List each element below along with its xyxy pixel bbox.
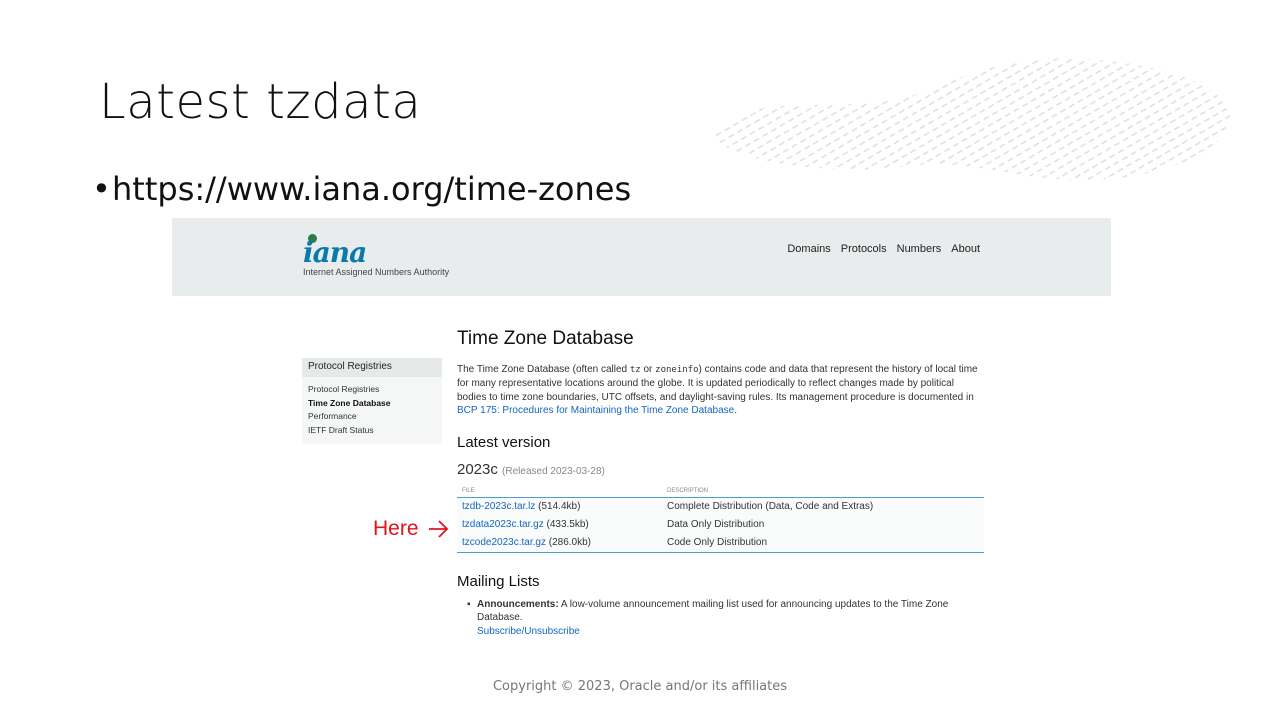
slide-bullet: •https://www.iana.org/time-zones — [92, 170, 631, 208]
table-row: tzdb-2023c.tar.lz (514.4kb) Complete Dis… — [457, 497, 984, 516]
column-header-file: FILE — [457, 486, 662, 498]
column-header-description: DESCRIPTION — [662, 486, 984, 498]
table-row: tzcode2023c.tar.gz (286.0kb) Code Only D… — [457, 534, 984, 553]
sidebar-item-protocol-registries[interactable]: Protocol Registries — [308, 383, 442, 397]
mailing-lists-heading: Mailing Lists — [457, 573, 540, 590]
here-annotation: Here — [373, 517, 419, 540]
bullet-url[interactable]: https://www.iana.org/time-zones — [112, 170, 631, 208]
announcements-label: Announcements: — [477, 599, 559, 610]
sidebar: Protocol Registries Protocol Registries … — [302, 358, 442, 444]
list-bullet-icon: ▪ — [467, 599, 471, 610]
file-size: (514.4kb) — [538, 501, 581, 512]
slide-footer: Copyright © 2023, Oracle and/or its affi… — [492, 679, 788, 694]
sidebar-item-performance[interactable]: Performance — [308, 410, 442, 424]
subscribe-link[interactable]: Subscribe/Unsubscribe — [477, 626, 580, 637]
iana-header: iana Internet Assigned Numbers Authority… — [172, 218, 1111, 296]
description-cell: Data Only Distribution — [662, 516, 984, 534]
intro-code-tz: tz — [629, 365, 641, 375]
description-cell: Code Only Distribution — [662, 534, 984, 553]
file-link[interactable]: tzdata2023c.tar.gz — [462, 519, 544, 530]
files-table: FILE DESCRIPTION tzdb-2023c.tar.lz (514.… — [457, 486, 984, 553]
latest-version-heading: Latest version — [457, 434, 551, 451]
file-cell: tzdb-2023c.tar.lz (514.4kb) — [457, 497, 662, 516]
file-link[interactable]: tzdb-2023c.tar.lz — [462, 501, 535, 512]
version-line: 2023c (Released 2023-03-28) — [457, 461, 605, 478]
logo-subtitle: Internet Assigned Numbers Authority — [303, 267, 450, 277]
nav-about[interactable]: About — [951, 243, 980, 255]
logo-wordmark: iana — [303, 236, 367, 269]
version-number: 2023c — [457, 461, 498, 478]
sidebar-item-time-zone-database[interactable]: Time Zone Database — [308, 397, 442, 411]
arrow-right-icon — [429, 520, 449, 538]
top-nav: Domains Protocols Numbers About — [787, 243, 980, 255]
description-cell: Complete Distribution (Data, Code and Ex… — [662, 497, 984, 516]
iana-logo[interactable]: iana Internet Assigned Numbers Authority — [303, 232, 463, 282]
intro-text: The Time Zone Database (often called — [457, 364, 630, 375]
nav-domains[interactable]: Domains — [787, 243, 830, 255]
decorative-texture — [715, 58, 1230, 181]
page-title: Time Zone Database — [457, 328, 634, 349]
intro-text: or — [640, 364, 656, 375]
iana-screenshot: iana Internet Assigned Numbers Authority… — [172, 218, 1111, 648]
nav-protocols[interactable]: Protocols — [841, 243, 887, 255]
mailing-list-item: ▪ Announcements: A low-volume announceme… — [467, 598, 982, 638]
bcp175-link[interactable]: BCP 175: Procedures for Maintaining the … — [457, 405, 734, 416]
file-link[interactable]: tzcode2023c.tar.gz — [462, 537, 546, 548]
sidebar-heading: Protocol Registries — [302, 358, 442, 377]
intro-code-zoneinfo: zoneinfo — [655, 365, 699, 375]
file-cell: tzcode2023c.tar.gz (286.0kb) — [457, 534, 662, 553]
nav-numbers[interactable]: Numbers — [897, 243, 942, 255]
intro-text: . — [734, 405, 737, 417]
file-size: (286.0kb) — [548, 537, 591, 548]
file-size: (433.5kb) — [546, 519, 589, 530]
table-row: tzdata2023c.tar.gz (433.5kb) Data Only D… — [457, 516, 984, 534]
slide-title: Latest tzdata — [99, 74, 422, 130]
sidebar-item-ietf-draft-status[interactable]: IETF Draft Status — [308, 424, 442, 438]
file-cell: tzdata2023c.tar.gz (433.5kb) — [457, 516, 662, 534]
release-date: (Released 2023-03-28) — [502, 466, 605, 477]
bullet-dot-icon: • — [92, 170, 111, 208]
mailing-list-text: Announcements: A low-volume announcement… — [477, 598, 982, 638]
intro-paragraph: The Time Zone Database (often called tz … — [457, 363, 983, 418]
